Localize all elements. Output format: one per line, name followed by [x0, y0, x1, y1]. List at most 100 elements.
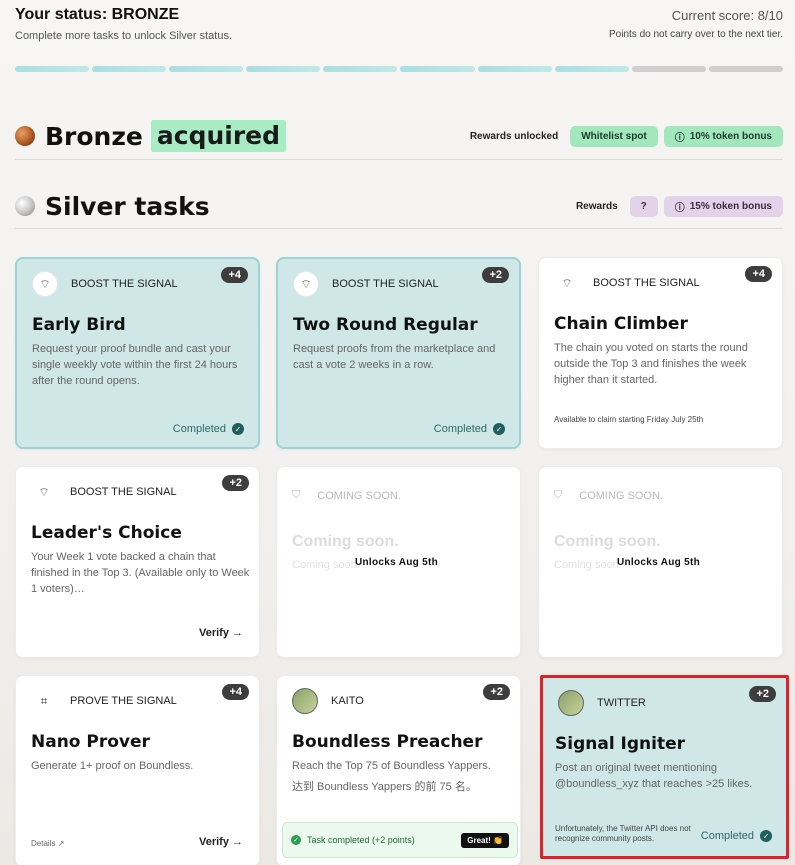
task-category: ⌔ BOOST THE SIGNAL [554, 270, 699, 296]
check-icon: ✓ [493, 423, 505, 435]
task-description: Request proofs from the marketplace and … [293, 343, 496, 371]
task-title: Early Bird [32, 315, 126, 335]
check-icon: ✓ [232, 423, 244, 435]
silver-medal-icon [15, 196, 35, 216]
wifi-icon: ⌔ [32, 271, 58, 297]
chip-icon: ⌗ [40, 693, 48, 708]
task-description: Reach the Top 75 of Boundless Yappers. 达… [292, 760, 491, 793]
wifi-icon: ⌔ [561, 275, 573, 290]
status-subtitle: Complete more tasks to unlock Silver sta… [15, 30, 233, 42]
rewards-unlocked-label: Rewards unlocked [469, 130, 559, 142]
task-category: ⌗ PROVE THE SIGNAL [31, 688, 177, 714]
reward-chip-token-bonus: ⓘ 15% token bonus [663, 195, 783, 217]
task-category: ⌔ BOOST THE SIGNAL [32, 271, 178, 297]
claim-availability-note: Available to claim starting Friday July … [554, 415, 704, 424]
progress-segment [400, 66, 475, 72]
points-badge: +2 [222, 475, 249, 491]
info-icon: ⓘ [674, 132, 685, 144]
reward-chip-unknown: ? [629, 195, 658, 217]
points-badge: +4 [745, 266, 772, 282]
task-status: Completed ✓ [173, 423, 244, 435]
bronze-section-header: Bronze acquired Rewards unlocked Whiteli… [15, 118, 783, 154]
task-description: Generate 1+ proof on Boundless. [31, 760, 194, 772]
task-card-signal-igniter[interactable]: TWITTER +2 Signal Igniter Post an origin… [540, 675, 789, 859]
task-description: Post an original tweet mentioning @bound… [555, 762, 753, 790]
arrow-right-icon: → [232, 627, 243, 639]
status-title: Your status: BRONZE [15, 6, 180, 23]
task-card-leaders-choice[interactable]: ⌔ BOOST THE SIGNAL +2 Leader's Choice You… [15, 466, 260, 658]
task-description: Coming soon. [292, 559, 360, 571]
arrow-right-icon: → [232, 836, 243, 848]
task-title: Boundless Preacher [292, 732, 483, 752]
task-card-chain-climber[interactable]: ⌔ BOOST THE SIGNAL +4 Chain Climber The c… [538, 257, 783, 449]
twitter-api-note: Unfortunately, the Twitter API does not … [555, 824, 691, 843]
bronze-title: Bronze [45, 121, 143, 151]
rewards-label: Rewards [575, 200, 618, 212]
task-card-two-round-regular[interactable]: ⌔ BOOST THE SIGNAL +2 Two Round Regular R… [276, 257, 521, 449]
wifi-icon: ⌔ [293, 271, 319, 297]
progress-segment [477, 66, 552, 72]
task-description: The chain you voted on starts the round … [554, 342, 748, 386]
task-card-coming-soon: ⛉ COMING SOON. Coming soon. Coming soon. … [276, 466, 521, 658]
verify-button[interactable]: Verify → [199, 627, 243, 639]
progress-segment [169, 66, 244, 72]
task-category: ⌔ BOOST THE SIGNAL [31, 479, 176, 505]
task-title: Chain Climber [554, 314, 688, 334]
reward-chip-whitelist: Whitelist spot [570, 125, 658, 147]
progress-segment [246, 66, 321, 72]
acquired-badge: acquired [150, 120, 287, 152]
external-link-icon: ↗ [57, 839, 65, 848]
silver-rewards: Rewards ? ⓘ 15% token bonus [575, 195, 783, 217]
task-category: ⛉ COMING SOON. [292, 489, 401, 502]
progress-segment [15, 66, 90, 72]
task-category: ⌔ BOOST THE SIGNAL [293, 271, 439, 297]
unlock-date: Unlocks Aug 5th [355, 557, 439, 568]
score-note: Points do not carry over to the next tie… [609, 29, 783, 40]
bronze-medal-icon [15, 126, 35, 146]
great-button[interactable]: Great! 👏 [461, 832, 509, 848]
shield-icon: ⛉ [292, 489, 301, 501]
bronze-rewards: Rewards unlocked Whitelist spot ⓘ 10% tok… [469, 125, 783, 147]
task-title: Signal Igniter [555, 734, 686, 754]
twitter-avatar-icon [558, 690, 584, 716]
progress-segment [323, 66, 398, 72]
progress-segment [708, 66, 783, 72]
status-progress-bar [15, 66, 783, 72]
task-card-coming-soon: ⛉ COMING SOON. Coming soon. Coming soon. … [538, 466, 783, 658]
points-badge: +4 [221, 267, 248, 283]
points-badge: +2 [482, 267, 509, 283]
progress-segment [631, 66, 706, 72]
current-score: Current score: 8/10 [671, 8, 783, 23]
points-badge: +4 [222, 684, 249, 700]
silver-section-header: Silver tasks Rewards ? ⓘ 15% token bonus [15, 188, 783, 224]
verify-button[interactable]: Verify → [199, 836, 243, 848]
progress-segment [92, 66, 167, 72]
check-icon: ✓ [291, 835, 301, 845]
task-title: Coming soon. [554, 533, 661, 550]
wifi-icon: ⌔ [38, 484, 50, 499]
task-category: ⛉ COMING SOON. [554, 489, 663, 502]
task-title: Leader's Choice [31, 523, 182, 543]
details-link[interactable]: Details ↗ [31, 839, 64, 848]
task-category: KAITO [292, 688, 364, 714]
task-title: Coming soon. [292, 533, 399, 550]
divider [15, 228, 783, 229]
reward-chip-token-bonus: ⓘ 10% token bonus [663, 125, 783, 147]
points-badge: +2 [483, 684, 510, 700]
progress-segment [554, 66, 629, 72]
task-description: Coming soon. [554, 559, 622, 571]
task-category: TWITTER [558, 690, 646, 716]
task-description: Your Week 1 vote backed a chain that fin… [31, 551, 250, 595]
task-status: Completed ✓ [701, 830, 772, 842]
points-badge: +2 [749, 686, 776, 702]
task-card-nano-prover[interactable]: ⌗ PROVE THE SIGNAL +4 Nano Prover Generat… [15, 675, 260, 865]
divider [15, 159, 783, 160]
task-status: Completed ✓ [434, 423, 505, 435]
task-title: Nano Prover [31, 732, 150, 752]
task-title: Two Round Regular [293, 315, 478, 335]
unlock-date: Unlocks Aug 5th [617, 557, 701, 568]
task-card-boundless-preacher[interactable]: KAITO +2 Boundless Preacher Reach the To… [276, 675, 521, 865]
task-description: Request your proof bundle and cast your … [32, 343, 238, 387]
task-card-early-bird[interactable]: ⌔ BOOST THE SIGNAL +4 Early Bird Request … [15, 257, 260, 449]
shield-icon: ⛉ [554, 489, 563, 501]
